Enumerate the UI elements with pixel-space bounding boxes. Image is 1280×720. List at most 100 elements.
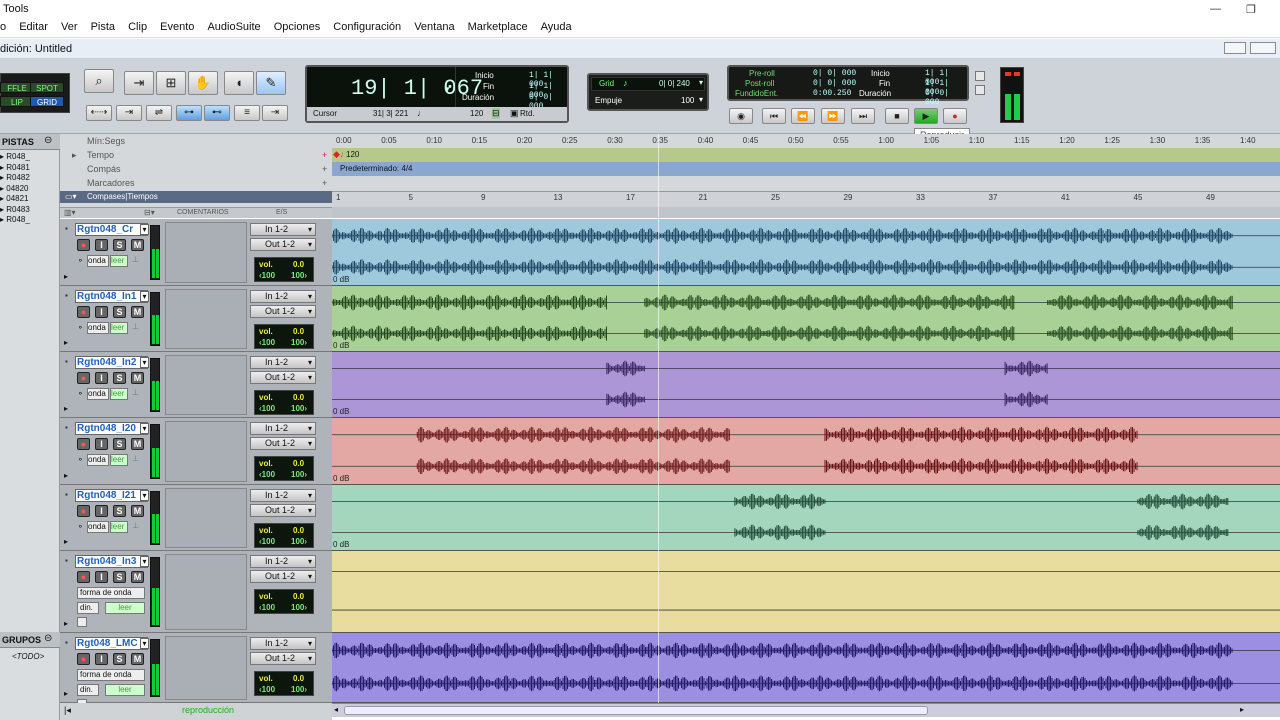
scrubber-tool-icon[interactable]: ◖	[224, 71, 254, 95]
input-selector[interactable]: In 1-2	[250, 555, 316, 568]
menu-item[interactable]: Ventana	[409, 18, 459, 33]
vol-value[interactable]: 0.0	[293, 459, 304, 468]
solo-button[interactable]: S	[113, 306, 126, 318]
pan-left-value[interactable]: ‹100	[259, 404, 275, 413]
input-selector[interactable]: In 1-2	[250, 422, 316, 435]
pan-right-value[interactable]: 100›	[291, 404, 307, 413]
empuje-value[interactable]: 100	[681, 96, 694, 105]
solo-button[interactable]: S	[113, 239, 126, 251]
record-arm-icon[interactable]: ●	[77, 438, 90, 450]
grid-dropdown-icon[interactable]: ▾	[699, 78, 703, 87]
track-list-item[interactable]: ▸ R0483	[0, 205, 60, 216]
track-name-dropdown-icon[interactable]: ▾	[140, 638, 149, 649]
clip-gain-label[interactable]: 0 dB	[333, 341, 349, 350]
record-arm-icon[interactable]: ●	[77, 505, 90, 517]
record-arm-icon[interactable]: ●	[77, 372, 90, 384]
pan-left-value[interactable]: ‹100	[259, 470, 275, 479]
track-list-item[interactable]: ▸ 04821	[0, 194, 60, 205]
input-selector[interactable]: In 1-2	[250, 489, 316, 502]
mute-button[interactable]: M	[131, 571, 144, 583]
trim-tool-icon[interactable]: ⇥	[124, 71, 154, 95]
lock-icon[interactable]: ⊥	[132, 255, 139, 264]
meter-ruler[interactable]: Predeterminado: 4/4	[332, 162, 1280, 176]
clip-gain-label[interactable]: 0 dB	[333, 275, 349, 284]
slip-mode-button[interactable]: LIP	[0, 96, 34, 107]
track-view-selector[interactable]: onda	[87, 454, 109, 466]
track-view-selector[interactable]: onda	[87, 521, 109, 533]
track-view-selector[interactable]: onda	[87, 388, 109, 400]
markers-ruler[interactable]	[332, 176, 1280, 191]
input-selector[interactable]: In 1-2	[250, 223, 316, 236]
track-lane[interactable]: 0 dB	[332, 219, 1280, 286]
add-tempo-icon[interactable]: +	[322, 150, 327, 160]
tempo-expand-icon[interactable]: ▸	[72, 150, 77, 161]
vol-value[interactable]: 0.0	[293, 327, 304, 336]
track-name-field[interactable]: Rgtn048_In3	[75, 555, 148, 568]
volume-pan-display[interactable]: vol. 0.0 ‹100 100›	[254, 324, 314, 349]
track-view-selector[interactable]: onda	[87, 255, 109, 267]
online-icon[interactable]: ◉	[729, 108, 753, 124]
rtd-label[interactable]: Rtd.	[520, 109, 535, 118]
track-menu-icon[interactable]: ▪	[65, 224, 68, 233]
track-lane[interactable]	[332, 551, 1280, 633]
insertion-follows-icon[interactable]: ≡	[234, 105, 260, 121]
go-to-end-icon[interactable]: ⏭	[851, 108, 875, 124]
output-selector[interactable]: Out 1-2	[250, 652, 316, 665]
vol-value[interactable]: 0.0	[293, 393, 304, 402]
add-meter-icon[interactable]: +	[322, 164, 327, 174]
pan-right-value[interactable]: 100›	[291, 537, 307, 546]
automation-mode-selector[interactable]: leer	[105, 684, 145, 696]
output-selector[interactable]: Out 1-2	[250, 238, 316, 251]
input-monitor-icon[interactable]: I	[95, 653, 108, 665]
add-marker-icon[interactable]: +	[322, 178, 327, 188]
track-lane[interactable]: 0 dB	[332, 286, 1280, 352]
track-expand-icon[interactable]: ▸	[64, 537, 68, 546]
track-list-item[interactable]: ▸ R0481	[0, 163, 60, 174]
comments-field[interactable]	[165, 355, 247, 415]
record-arm-icon[interactable]: ●	[77, 239, 90, 251]
pan-left-value[interactable]: ‹100	[259, 537, 275, 546]
track-menu-icon[interactable]: ▪	[65, 291, 68, 300]
todo-group[interactable]: <TODO>	[12, 652, 44, 661]
automation-mode-selector[interactable]: leer	[110, 322, 128, 334]
volume-pan-display[interactable]: vol. 0.0 ‹100 100›	[254, 456, 314, 481]
track-name-dropdown-icon[interactable]: ▾	[140, 490, 149, 501]
track-view-selector[interactable]: forma de onda	[77, 669, 145, 681]
transport-option-checkbox[interactable]	[975, 85, 985, 95]
menu-item[interactable]: Editar	[14, 18, 53, 33]
automation-mode-selector[interactable]: leer	[110, 454, 128, 466]
output-selector[interactable]: Out 1-2	[250, 437, 316, 450]
clip-gain-label[interactable]: 0 dB	[333, 474, 349, 483]
pistas-menu-icon[interactable]: ⊝	[44, 135, 52, 146]
track-name-field[interactable]: Rgtn048_In1	[75, 290, 148, 303]
track-name-dropdown-icon[interactable]: ▾	[140, 357, 149, 368]
spot-mode-button[interactable]: SPOT	[30, 82, 64, 93]
pan-right-value[interactable]: 100›	[291, 271, 307, 280]
input-monitor-icon[interactable]: I	[95, 571, 108, 583]
comments-field[interactable]	[165, 289, 247, 349]
menu-item[interactable]: o	[0, 18, 11, 33]
lock-icon[interactable]: ⊥	[132, 521, 139, 530]
counter-dropdown-icon[interactable]: ▾	[445, 84, 450, 95]
record-arm-icon[interactable]: ●	[77, 653, 90, 665]
input-selector[interactable]: In 1-2	[250, 356, 316, 369]
fast-forward-icon[interactable]: ⏩	[821, 108, 845, 124]
volume-pan-display[interactable]: vol. 0.0 ‹100 100›	[254, 671, 314, 696]
menu-item[interactable]: Marketplace	[463, 18, 533, 33]
preroll-value[interactable]: 0| 0| 000	[813, 69, 856, 78]
elastic-icon[interactable]: ⚬	[77, 389, 84, 398]
track-expand-icon[interactable]: ▸	[64, 689, 68, 698]
menu-item[interactable]: Ver	[56, 18, 83, 33]
track-view-menu-icon[interactable]: ▥▾	[64, 208, 76, 217]
menu-item[interactable]: Configuración	[328, 18, 406, 33]
menu-item[interactable]: Ayuda	[536, 18, 577, 33]
vol-value[interactable]: 0.0	[293, 674, 304, 683]
track-lane[interactable]	[332, 633, 1280, 703]
menu-item[interactable]: Evento	[155, 18, 199, 33]
menu-item[interactable]: Opciones	[269, 18, 325, 33]
rewind-icon[interactable]: ⏪	[791, 108, 815, 124]
mute-button[interactable]: M	[131, 653, 144, 665]
solo-button[interactable]: S	[113, 438, 126, 450]
shuffle-mode-button[interactable]: FFLE	[0, 82, 34, 93]
grupos-menu-icon[interactable]: ⊝	[44, 633, 52, 644]
